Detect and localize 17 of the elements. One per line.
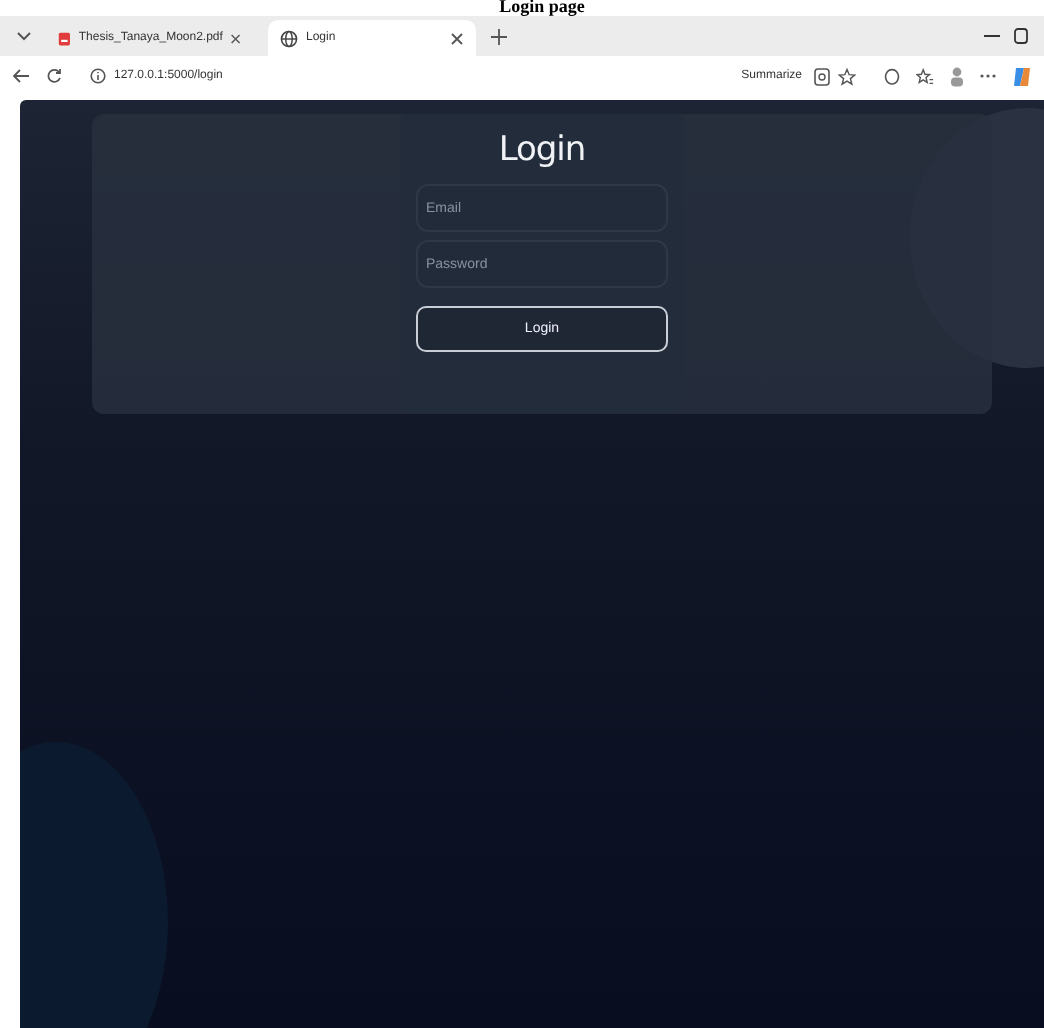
minimize-icon[interactable] bbox=[984, 34, 1000, 38]
star-icon[interactable] bbox=[838, 67, 856, 85]
login-heading: Login bbox=[496, 130, 588, 170]
pdf-icon bbox=[58, 29, 71, 47]
maximize-icon[interactable] bbox=[1014, 28, 1028, 44]
chevron-down-icon[interactable] bbox=[16, 28, 32, 44]
globe-icon bbox=[280, 29, 298, 47]
close-icon[interactable] bbox=[450, 31, 464, 45]
reload-icon[interactable] bbox=[46, 68, 62, 84]
figure-caption: Login page bbox=[499, 0, 585, 16]
favorites-icon[interactable] bbox=[916, 67, 934, 85]
info-icon bbox=[90, 68, 106, 84]
close-icon[interactable] bbox=[230, 31, 242, 45]
copilot-icon[interactable] bbox=[1012, 65, 1032, 87]
plus-icon[interactable] bbox=[490, 27, 508, 45]
profile-icon[interactable] bbox=[950, 65, 964, 87]
back-arrow-icon[interactable] bbox=[12, 68, 30, 84]
